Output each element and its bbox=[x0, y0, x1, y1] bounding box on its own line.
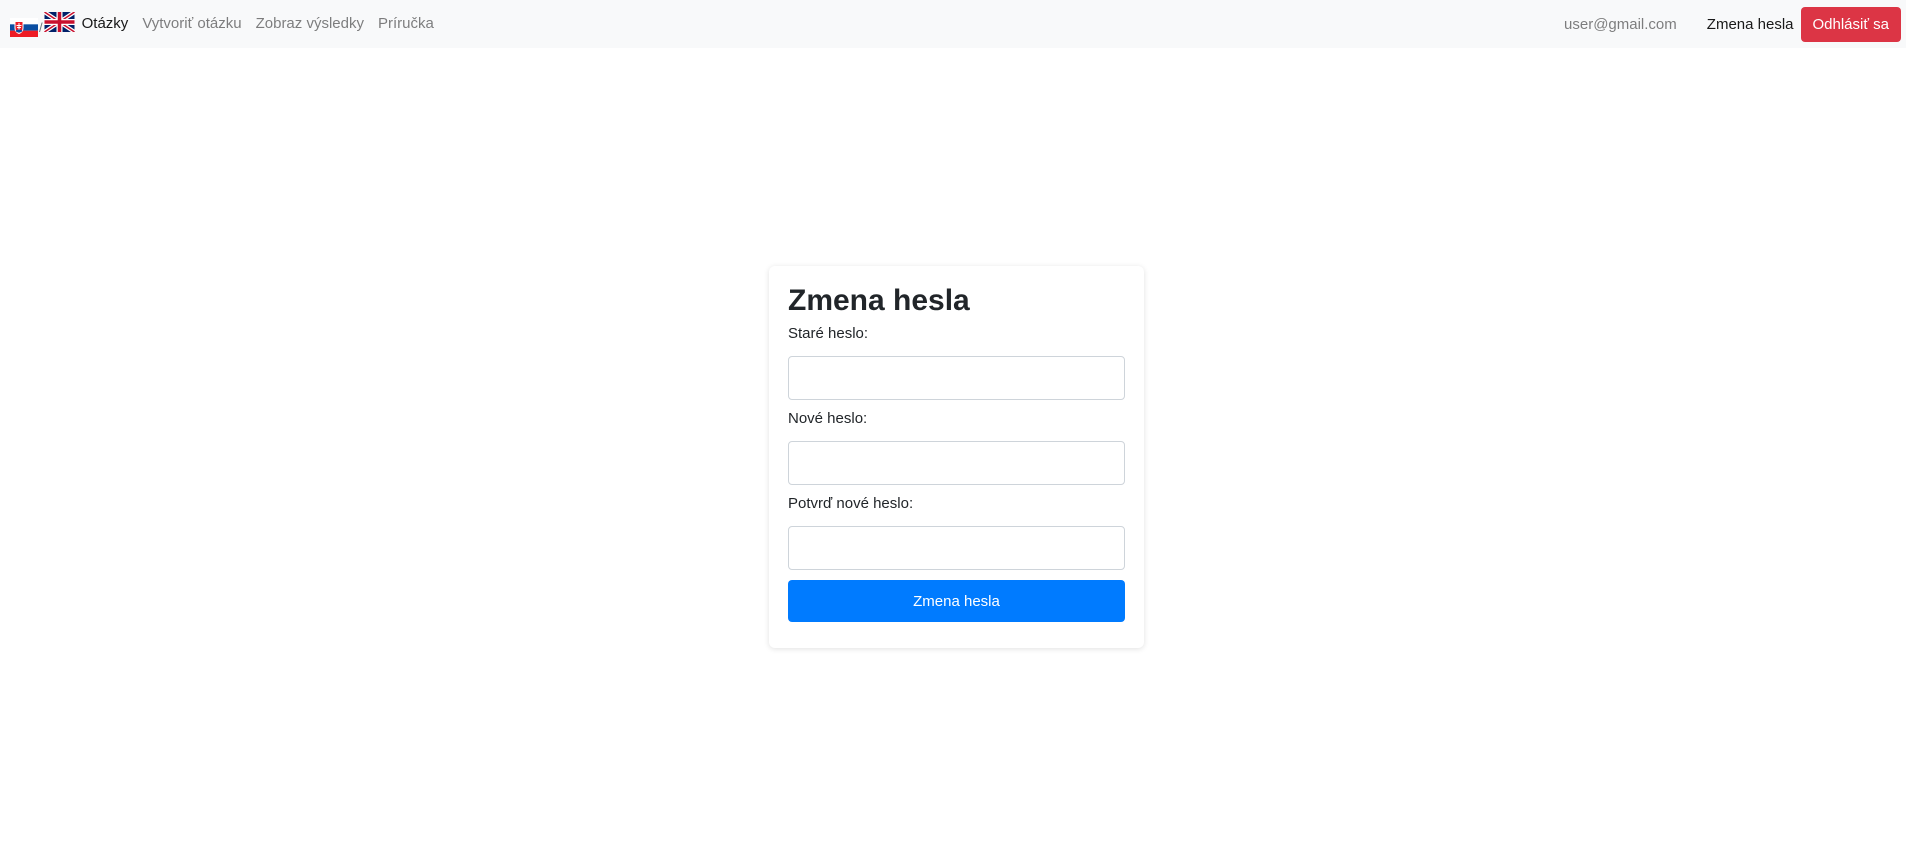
language-separator: / bbox=[39, 19, 43, 35]
nav-link-zobraz-vysledky[interactable]: Zobraz výsledky bbox=[249, 0, 371, 48]
nav-link-prirucka[interactable]: Príručka bbox=[371, 0, 441, 48]
nav-link-vytvorit-otazku[interactable]: Vytvoriť otázku bbox=[135, 0, 248, 48]
uk-flag-icon[interactable] bbox=[43, 12, 75, 32]
slovak-flag-icon[interactable] bbox=[10, 17, 38, 37]
change-password-card: Zmena hesla Staré heslo: Nové heslo: Pot… bbox=[769, 266, 1144, 648]
user-email: user@gmail.com bbox=[1564, 15, 1677, 33]
submit-change-password-button[interactable]: Zmena hesla bbox=[788, 580, 1125, 622]
navbar-right: user@gmail.com Zmena hesla Odhlásiť sa bbox=[1564, 0, 1906, 48]
confirm-password-label: Potvrď nové heslo: bbox=[788, 495, 914, 512]
form-title: Zmena hesla bbox=[788, 284, 970, 317]
new-password-label: Nové heslo: bbox=[788, 410, 868, 427]
old-password-input[interactable] bbox=[788, 356, 1125, 400]
navbar: / Otázky Vytvoriť otázku Zobraz výsledky… bbox=[0, 0, 1906, 48]
nav-link-otazky[interactable]: Otázky bbox=[75, 0, 136, 48]
navbar-left: / Otázky Vytvoriť otázku Zobraz výsledky… bbox=[0, 0, 441, 48]
nav-link-zmena-hesla[interactable]: Zmena hesla bbox=[1707, 16, 1794, 33]
logout-button[interactable]: Odhlásiť sa bbox=[1800, 6, 1901, 42]
new-password-input[interactable] bbox=[788, 441, 1125, 485]
old-password-label: Staré heslo: bbox=[788, 325, 869, 342]
confirm-password-input[interactable] bbox=[788, 526, 1125, 570]
